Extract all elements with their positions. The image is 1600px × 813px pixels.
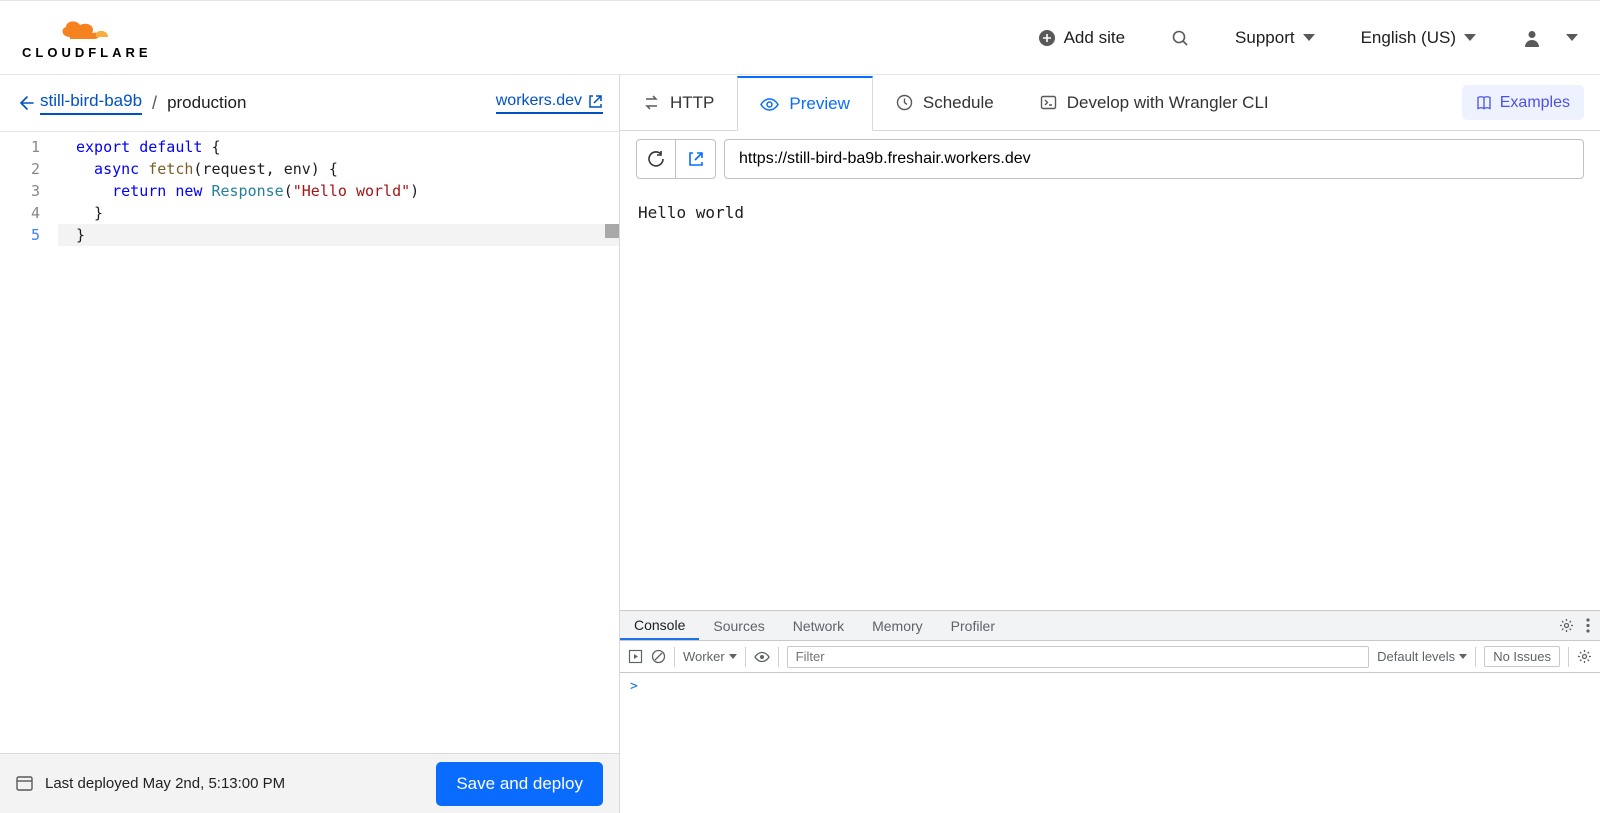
- swap-icon: [643, 94, 660, 111]
- preview-output: Hello world: [620, 187, 1600, 610]
- kebab-icon[interactable]: [1586, 618, 1590, 633]
- workers-dev-label: workers.dev: [496, 92, 582, 110]
- save-and-deploy-button[interactable]: Save and deploy: [436, 762, 603, 806]
- eye-icon[interactable]: [754, 649, 770, 665]
- devtools-toolbar: Worker Default levels No Issues: [620, 641, 1600, 673]
- devtools-tab-profiler[interactable]: Profiler: [937, 611, 1009, 640]
- external-link-icon: [588, 94, 603, 109]
- devtools-tab-console[interactable]: Console: [620, 611, 699, 640]
- gear-icon[interactable]: [1559, 618, 1574, 633]
- tab-schedule-label: Schedule: [923, 93, 994, 113]
- line-number: 4: [0, 202, 58, 224]
- back-arrow-icon[interactable]: [16, 94, 34, 112]
- brand-text: CLOUDFLARE: [22, 45, 152, 60]
- breadcrumb-current: production: [167, 93, 246, 113]
- open-external-button[interactable]: [676, 139, 716, 179]
- preview-toolbar: [620, 131, 1600, 187]
- clear-icon[interactable]: [651, 649, 666, 664]
- tab-preview[interactable]: Preview: [737, 76, 872, 131]
- caret-down-icon: [1303, 34, 1315, 41]
- clock-icon: [896, 94, 913, 111]
- last-deployed-text: Last deployed May 2nd, 5:13:00 PM: [45, 775, 285, 792]
- terminal-icon: [1040, 94, 1057, 111]
- breadcrumb: still-bird-ba9b / production workers.dev: [0, 75, 619, 131]
- console-prompt: >: [630, 679, 638, 694]
- editor-pane: still-bird-ba9b / production workers.dev…: [0, 75, 620, 813]
- workers-dev-link[interactable]: workers.dev: [496, 92, 603, 114]
- tab-http[interactable]: HTTP: [620, 75, 737, 130]
- context-label: Worker: [683, 649, 725, 664]
- tab-schedule[interactable]: Schedule: [873, 75, 1017, 130]
- scroll-marker: [605, 224, 619, 238]
- book-icon: [1476, 95, 1492, 111]
- line-number: 3: [0, 180, 58, 202]
- eye-icon: [760, 95, 779, 114]
- gear-icon[interactable]: [1577, 649, 1592, 664]
- preview-pane: HTTP Preview Schedule Develop with Wrang…: [620, 75, 1600, 813]
- reload-icon: [647, 150, 665, 168]
- add-site-button[interactable]: Add site: [1038, 28, 1125, 48]
- examples-button[interactable]: Examples: [1462, 85, 1584, 120]
- tab-http-label: HTTP: [670, 93, 714, 113]
- log-levels-select[interactable]: Default levels: [1377, 649, 1467, 664]
- play-frame-icon[interactable]: [628, 649, 643, 664]
- search-icon: [1171, 29, 1189, 47]
- code-body[interactable]: export default { async fetch(request, en…: [58, 132, 619, 753]
- language-label: English (US): [1361, 28, 1456, 48]
- top-header: CLOUDFLARE Add site Support English (US): [0, 0, 1600, 75]
- add-site-label: Add site: [1064, 28, 1125, 48]
- tab-preview-label: Preview: [789, 94, 849, 114]
- top-actions: Add site Support English (US): [1038, 28, 1578, 48]
- devtools-panel: Console Sources Network Memory Profiler …: [620, 610, 1600, 813]
- caret-down-icon: [729, 654, 737, 659]
- right-tabs: HTTP Preview Schedule Develop with Wrang…: [620, 75, 1600, 131]
- devtools-tabs: Console Sources Network Memory Profiler: [620, 611, 1600, 641]
- caret-down-icon: [1566, 34, 1578, 41]
- header-search[interactable]: [1171, 29, 1189, 47]
- support-label: Support: [1235, 28, 1295, 48]
- console-output[interactable]: >: [620, 673, 1600, 813]
- line-number: 2: [0, 158, 58, 180]
- editor-footer: Last deployed May 2nd, 5:13:00 PM Save a…: [0, 753, 619, 813]
- preview-response-text: Hello world: [638, 203, 744, 222]
- language-menu[interactable]: English (US): [1361, 28, 1476, 48]
- issues-button[interactable]: No Issues: [1484, 646, 1560, 667]
- preview-url-input[interactable]: [724, 139, 1584, 179]
- support-menu[interactable]: Support: [1235, 28, 1315, 48]
- console-filter-input[interactable]: [787, 646, 1369, 668]
- browser-icon: [16, 775, 33, 792]
- breadcrumb-separator: /: [152, 93, 157, 114]
- line-gutter: 1 2 3 4 5: [0, 132, 58, 753]
- caret-down-icon: [1464, 34, 1476, 41]
- line-number: 1: [0, 136, 58, 158]
- context-select[interactable]: Worker: [683, 649, 737, 664]
- caret-down-icon: [1459, 654, 1467, 659]
- tab-develop-label: Develop with Wrangler CLI: [1067, 93, 1269, 113]
- external-link-icon: [688, 151, 704, 167]
- devtools-tab-sources[interactable]: Sources: [699, 611, 778, 640]
- cloud-icon: [52, 15, 122, 43]
- code-editor[interactable]: 1 2 3 4 5 export default { async fetch(r…: [0, 131, 619, 753]
- plus-circle-icon: [1038, 29, 1056, 47]
- account-menu[interactable]: [1522, 28, 1578, 48]
- user-icon: [1522, 28, 1542, 48]
- examples-label: Examples: [1500, 94, 1570, 112]
- levels-label: Default levels: [1377, 649, 1455, 664]
- cloudflare-logo[interactable]: CLOUDFLARE: [22, 15, 152, 60]
- line-number: 5: [0, 224, 58, 246]
- devtools-tab-memory[interactable]: Memory: [858, 611, 937, 640]
- devtools-tab-network[interactable]: Network: [779, 611, 858, 640]
- tab-develop-cli[interactable]: Develop with Wrangler CLI: [1017, 75, 1292, 130]
- breadcrumb-project-link[interactable]: still-bird-ba9b: [40, 91, 142, 115]
- reload-button[interactable]: [636, 139, 676, 179]
